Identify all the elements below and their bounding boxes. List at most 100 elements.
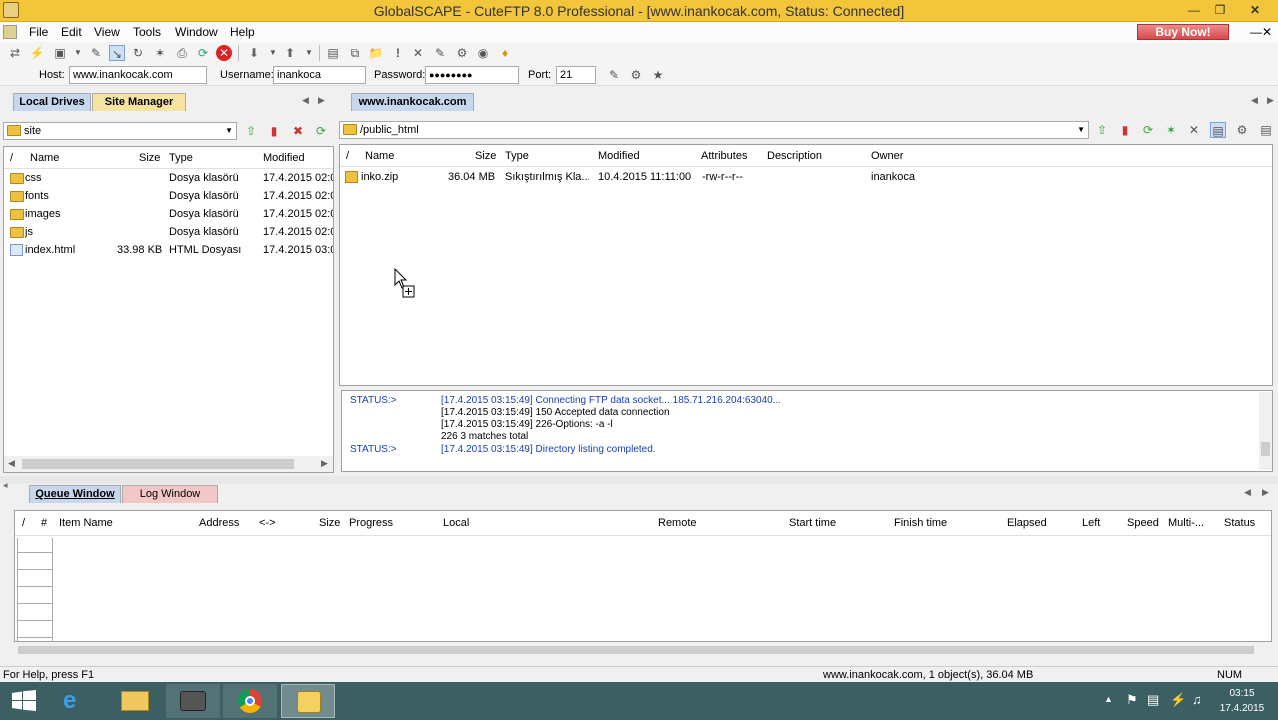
connect-go-icon[interactable]: ✎	[606, 67, 622, 83]
queue-col-elapsed[interactable]: Elapsed	[1007, 517, 1047, 529]
remote-col-name[interactable]: Name	[365, 150, 394, 162]
clock-time[interactable]: 03:15	[1219, 688, 1265, 699]
download-dropdown-icon[interactable]: ▼	[265, 45, 281, 61]
properties-icon[interactable]: ✎	[432, 45, 448, 61]
queue-pane[interactable]	[14, 510, 1272, 642]
tray-flag-icon[interactable]: ⚑	[1126, 692, 1138, 708]
local-row[interactable]: images Dosya klasörü 17.4.2015 02:0	[10, 208, 333, 220]
tray-expand-icon[interactable]: ▲	[1104, 694, 1113, 704]
refresh-icon[interactable]: ⟳	[195, 45, 211, 61]
remote-col-modified[interactable]: Modified	[598, 150, 640, 162]
queue-col-finish-time[interactable]: Finish time	[894, 517, 947, 529]
tray-network-icon[interactable]: ▤	[1147, 692, 1159, 708]
remote-sort-col[interactable]: /	[346, 150, 349, 162]
remote-col-owner[interactable]: Owner	[871, 150, 903, 162]
view-icon[interactable]: ▤	[325, 45, 341, 61]
remote-tab-scroll-left-icon[interactable]: ◀	[1251, 95, 1258, 106]
queue-col-remote[interactable]: Remote	[658, 517, 697, 529]
scroll-left-icon[interactable]: ◀	[8, 458, 15, 469]
host-input[interactable]: www.inankocak.com	[69, 66, 207, 84]
connect-options-icon[interactable]: ★	[650, 67, 666, 83]
tab-scroll-left-icon[interactable]: ◀	[302, 95, 309, 106]
local-refresh-icon[interactable]: ⟳	[313, 123, 329, 139]
queue-col-address[interactable]: Address	[199, 517, 239, 529]
edit-icon[interactable]: ✎	[88, 45, 104, 61]
scroll-thumb[interactable]	[22, 459, 294, 469]
queue-col-number[interactable]: #	[41, 517, 47, 529]
close-icon[interactable]: ✕	[1244, 2, 1266, 18]
taskbar-explorer-icon[interactable]	[107, 684, 161, 718]
stop-icon[interactable]: ✕	[216, 45, 232, 61]
scroll-right-icon[interactable]: ▶	[321, 458, 328, 469]
local-col-type[interactable]: Type	[169, 152, 193, 164]
tray-volume-icon[interactable]: ♫	[1192, 692, 1202, 707]
queue-col-size[interactable]: Size	[319, 517, 340, 529]
queue-hscrollbar[interactable]	[14, 643, 1272, 657]
remote-path-combo[interactable]: /public_html ▼	[339, 121, 1089, 139]
local-row[interactable]: js Dosya klasörü 17.4.2015 02:0	[10, 226, 333, 238]
menu-tools[interactable]: Tools	[133, 25, 161, 39]
username-input[interactable]: inankoca	[273, 66, 366, 84]
document-icon[interactable]	[3, 25, 17, 39]
tab-scroll-right-icon[interactable]: ▶	[318, 95, 325, 106]
settings-icon[interactable]: ⚙	[454, 45, 470, 61]
minimize-icon[interactable]: —	[1183, 2, 1205, 18]
queue-col-multi[interactable]: Multi-...	[1168, 517, 1204, 529]
delete-icon[interactable]: ✕	[410, 45, 426, 61]
connect-icon[interactable]: ⇄	[7, 45, 23, 61]
remote-col-type[interactable]: Type	[505, 150, 529, 162]
remote-col-size[interactable]: Size	[475, 150, 496, 162]
queue-scroll-left-icon[interactable]: ◀	[1244, 487, 1251, 498]
filter-icon[interactable]: ✶	[152, 45, 168, 61]
password-input[interactable]: ●●●●●●●●	[425, 66, 519, 84]
taskbar-chrome-icon[interactable]	[223, 684, 277, 718]
queue-col-left[interactable]: Left	[1082, 517, 1100, 529]
new-dropdown-icon[interactable]: ▼	[70, 45, 86, 61]
local-col-name[interactable]: Name	[30, 152, 59, 164]
windows-start-icon[interactable]	[12, 690, 36, 712]
remote-stop-icon[interactable]: ▮	[1117, 122, 1133, 138]
menu-edit[interactable]: Edit	[61, 25, 82, 39]
remote-delete-icon[interactable]: ✕	[1186, 122, 1202, 138]
queue-col-item-name[interactable]: Item Name	[59, 517, 113, 529]
quick-connect-icon[interactable]: ⚡	[29, 45, 45, 61]
local-up-icon[interactable]: ⇧	[243, 123, 259, 139]
remote-settings-icon[interactable]: ⚙	[1234, 122, 1250, 138]
local-delete-icon[interactable]: ✖	[290, 123, 306, 139]
local-hscrollbar[interactable]: ◀ ▶	[4, 456, 333, 472]
queue-col-local[interactable]: Local	[443, 517, 469, 529]
local-col-size[interactable]: Size	[139, 152, 160, 164]
shield-icon[interactable]: ♦	[497, 45, 513, 61]
buy-now-button[interactable]: Buy Now!	[1137, 24, 1229, 40]
upload-icon[interactable]: ⬆	[282, 45, 298, 61]
connect-settings-icon[interactable]: ⚙	[628, 67, 644, 83]
taskbar-cuteftp-icon[interactable]	[281, 684, 335, 718]
splitter[interactable]	[0, 476, 1278, 484]
taskbar-app-icon[interactable]	[166, 684, 220, 718]
remote-refresh-icon[interactable]: ⟳	[1140, 122, 1156, 138]
scroll-thumb[interactable]	[1261, 442, 1270, 456]
queue-col-sort[interactable]: /	[22, 517, 25, 529]
local-col-modified[interactable]: Modified	[263, 152, 305, 164]
new-icon[interactable]: ▣	[52, 45, 68, 61]
local-row[interactable]: css Dosya klasörü 17.4.2015 02:0	[10, 172, 333, 184]
menu-view[interactable]: View	[94, 25, 120, 39]
queue-col-speed[interactable]: Speed	[1127, 517, 1159, 529]
log-vscrollbar[interactable]	[1259, 392, 1272, 470]
restore-icon[interactable]: ❐	[1209, 2, 1231, 18]
chevron-down-icon[interactable]: ▼	[1077, 122, 1085, 138]
menu-file[interactable]: File	[29, 25, 48, 39]
queue-scroll-right-icon[interactable]: ▶	[1262, 487, 1269, 498]
copy-icon[interactable]: ⧉	[347, 45, 363, 61]
queue-col-direction[interactable]: <->	[259, 517, 276, 529]
local-path-combo[interactable]: site ▼	[3, 122, 237, 140]
print-icon[interactable]: ⎙	[174, 45, 190, 61]
mdi-close-icon[interactable]: ✕	[1262, 25, 1272, 39]
queue-col-progress[interactable]: Progress	[349, 517, 393, 529]
menu-window[interactable]: Window	[175, 25, 218, 39]
tab-log-window[interactable]: Log Window	[122, 485, 218, 503]
help-icon[interactable]: ◉	[475, 45, 491, 61]
clock-date[interactable]: 17.4.2015	[1217, 703, 1267, 714]
remote-tab-scroll-right-icon[interactable]: ▶	[1267, 95, 1274, 106]
tab-queue-window[interactable]: Queue Window	[29, 485, 121, 503]
